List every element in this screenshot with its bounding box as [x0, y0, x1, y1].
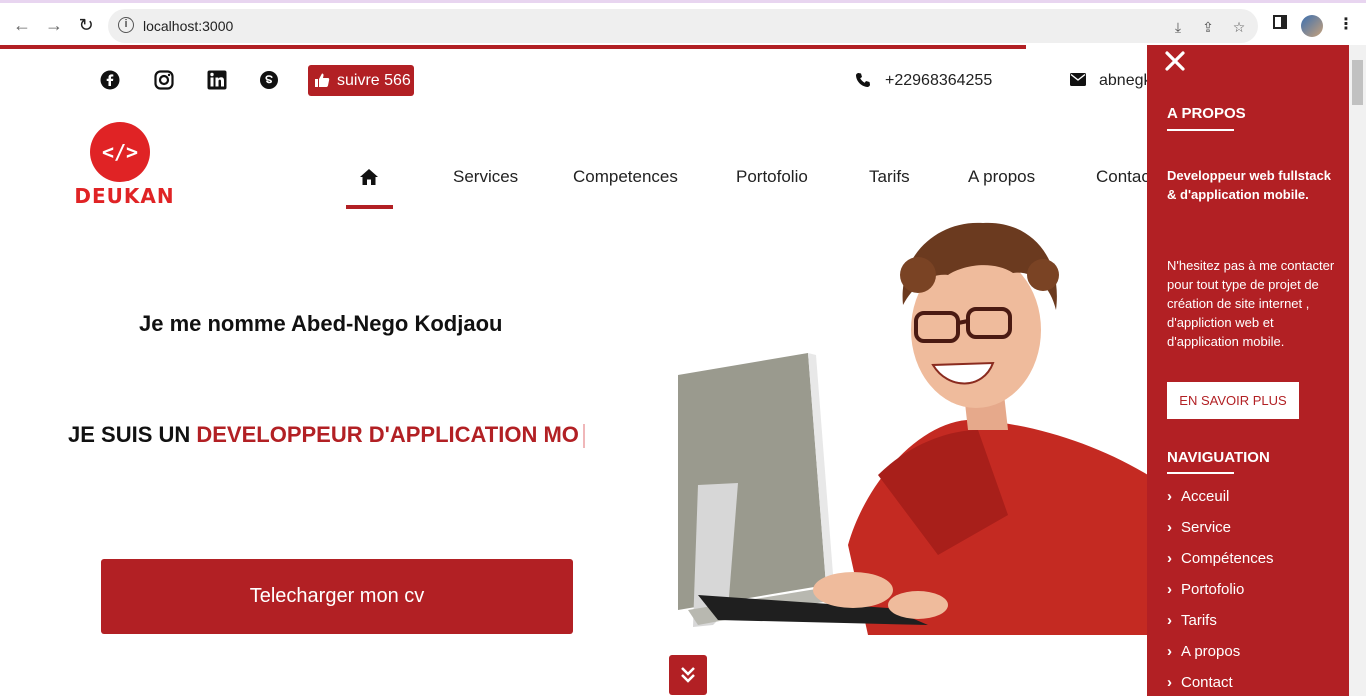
bookmark-star-icon[interactable]: ☆ — [1230, 18, 1248, 36]
chevron-right-icon: › — [1167, 643, 1172, 660]
typing-caret — [582, 424, 585, 449]
nav-competences[interactable]: Competences — [573, 167, 678, 187]
scrollbar-thumb[interactable] — [1352, 60, 1363, 105]
chevron-right-icon: › — [1167, 488, 1172, 505]
side-link-tarifs[interactable]: › Tarifs — [1167, 612, 1217, 629]
info-icon[interactable]: i — [118, 17, 134, 33]
side-link-label: Service — [1181, 519, 1232, 536]
scroll-progress-bar — [0, 45, 1026, 49]
side-panel-icon[interactable] — [1270, 15, 1290, 35]
nav-a-propos[interactable]: A propos — [968, 167, 1035, 187]
skype-icon[interactable] — [259, 70, 279, 90]
side-link-label: A propos — [1181, 643, 1241, 660]
double-chevron-down-icon — [681, 667, 695, 683]
phone-icon — [855, 72, 871, 88]
kebab-menu-icon[interactable]: ⋮ — [1336, 15, 1356, 35]
envelope-icon — [1070, 73, 1086, 89]
side-link-portofolio[interactable]: › Portofolio — [1167, 581, 1244, 598]
hero-name: Je me nomme Abed-Nego Kodjaou — [139, 311, 503, 336]
nav-portofolio[interactable]: Portofolio — [736, 167, 808, 187]
about-heading: A PROPOS — [1167, 105, 1246, 122]
side-link-label: Contact — [1181, 674, 1233, 691]
email-address[interactable]: abnegk — [1099, 72, 1152, 90]
facebook-icon[interactable] — [100, 70, 120, 90]
about-text: N'hesitez pas à me contacter pour tout t… — [1167, 258, 1335, 349]
hero-role-prefix: JE SUIS UN — [68, 422, 197, 447]
scroll-down-button[interactable] — [669, 655, 707, 695]
side-link-competences[interactable]: › Compétences — [1167, 550, 1274, 567]
follow-label: suivre 566 — [337, 72, 411, 89]
profile-avatar[interactable] — [1301, 15, 1323, 37]
nav-services[interactable]: Services — [453, 167, 518, 187]
address-bar[interactable]: i localhost:3000 ⤓ ⇪ ☆ — [108, 9, 1258, 43]
navigation-heading-underline — [1167, 472, 1234, 474]
hero-role: JE SUIS UN DEVELOPPEUR D'APPLICATION MO — [68, 422, 585, 449]
chevron-right-icon: › — [1167, 674, 1172, 691]
side-link-contact[interactable]: › Contact — [1167, 674, 1233, 691]
learn-more-button[interactable]: EN SAVOIR PLUS — [1167, 382, 1299, 419]
developer-illustration — [678, 222, 1148, 635]
install-icon[interactable]: ⤓ — [1169, 18, 1187, 36]
about-tagline: Developpeur web fullstack & d'applicatio… — [1167, 168, 1331, 202]
side-link-label: Acceuil — [1181, 488, 1230, 505]
logo-symbol: </> — [90, 122, 150, 182]
chevron-right-icon: › — [1167, 519, 1172, 536]
back-icon[interactable]: ← — [10, 13, 34, 37]
nav-tarifs[interactable]: Tarifs — [869, 167, 910, 187]
close-icon[interactable] — [1164, 50, 1186, 72]
side-link-label: Compétences — [1181, 550, 1274, 567]
thumbs-up-icon — [315, 73, 330, 87]
logo-word: DEUKAN — [74, 184, 175, 208]
chevron-right-icon: › — [1167, 581, 1172, 598]
follow-button[interactable]: suivre 566 — [308, 65, 414, 96]
phone-number[interactable]: +22968364255 — [885, 72, 992, 90]
side-link-service[interactable]: › Service — [1167, 519, 1231, 536]
side-link-acceuil[interactable]: › Acceuil — [1167, 488, 1229, 505]
instagram-icon[interactable] — [154, 70, 174, 90]
linkedin-icon[interactable] — [207, 70, 227, 90]
active-nav-indicator — [346, 205, 393, 209]
home-icon[interactable] — [359, 168, 379, 186]
side-link-label: Portofolio — [1181, 581, 1245, 598]
site-logo[interactable]: </> DEUKAN — [72, 122, 177, 208]
side-panel — [1147, 45, 1349, 696]
nav-contact[interactable]: Contac — [1096, 167, 1150, 187]
reload-icon[interactable]: ↻ — [74, 13, 98, 37]
hero-role-accent: DEVELOPPEUR D'APPLICATION MO — [196, 422, 579, 447]
page-scrollbar[interactable] — [1349, 45, 1366, 696]
forward-icon[interactable]: → — [42, 13, 66, 37]
chevron-right-icon: › — [1167, 550, 1172, 567]
about-heading-underline — [1167, 129, 1234, 131]
navigation-heading: NAVIGUATION — [1167, 449, 1270, 466]
side-link-label: Tarifs — [1181, 612, 1217, 629]
download-cv-button[interactable]: Telecharger mon cv — [101, 559, 573, 634]
side-link-a-propos[interactable]: › A propos — [1167, 643, 1240, 660]
url-text: localhost:3000 — [143, 18, 234, 34]
share-icon[interactable]: ⇪ — [1199, 18, 1217, 36]
browser-toolbar: ← → ↻ i localhost:3000 ⤓ ⇪ ☆ ⋮ — [0, 0, 1366, 45]
chevron-right-icon: › — [1167, 612, 1172, 629]
